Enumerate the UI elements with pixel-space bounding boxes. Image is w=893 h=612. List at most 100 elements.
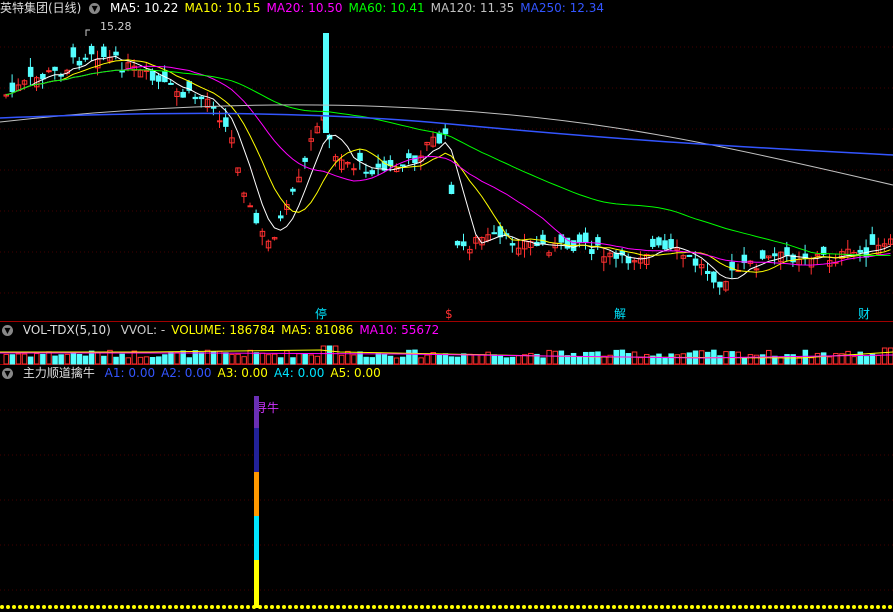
candle-body bbox=[168, 82, 174, 85]
ma10-line bbox=[5, 59, 891, 273]
indicator-dot bbox=[306, 605, 310, 609]
ma5-line bbox=[5, 55, 891, 280]
volume-bar bbox=[485, 351, 491, 365]
indicator-dot bbox=[768, 605, 772, 609]
volume-bar bbox=[64, 353, 70, 365]
indicator-dot bbox=[516, 605, 520, 609]
volume-bar bbox=[845, 350, 851, 365]
indicator-dot bbox=[570, 605, 574, 609]
volume-bar bbox=[820, 352, 827, 365]
candle-body bbox=[650, 238, 656, 247]
indicator-dot bbox=[180, 605, 184, 609]
indicator-dot bbox=[558, 605, 562, 609]
candle-body bbox=[491, 232, 497, 235]
indicator-dot bbox=[654, 605, 658, 609]
volume-bar bbox=[247, 349, 253, 365]
volume-bar bbox=[833, 352, 839, 365]
candle-body bbox=[686, 254, 693, 257]
volume-bar bbox=[552, 350, 558, 365]
indicator-dot bbox=[882, 605, 886, 609]
volume-bar bbox=[461, 353, 467, 365]
volume-bar bbox=[369, 357, 375, 365]
candle-body bbox=[217, 120, 223, 123]
candle-body bbox=[52, 66, 58, 71]
volume-bar bbox=[339, 354, 345, 365]
indicator-dot bbox=[30, 605, 34, 609]
indicator-dot bbox=[300, 605, 304, 609]
indicator-dot bbox=[588, 605, 592, 609]
volume-bar bbox=[454, 356, 461, 365]
candle-body bbox=[357, 152, 363, 162]
indicator-dot bbox=[222, 605, 226, 609]
indicator-dot bbox=[678, 605, 682, 609]
indicator-dot bbox=[792, 605, 796, 609]
volume-bar bbox=[174, 351, 180, 365]
indicator-dot bbox=[294, 605, 298, 609]
candle-body bbox=[9, 82, 16, 93]
indicator-dot bbox=[312, 605, 316, 609]
indicator-dot bbox=[642, 605, 646, 609]
candle-body bbox=[784, 247, 790, 256]
candle-body bbox=[692, 258, 699, 266]
indicator-dot bbox=[402, 605, 406, 609]
volume-bar bbox=[808, 357, 815, 365]
indicator-dot bbox=[90, 605, 94, 609]
candle-body bbox=[180, 91, 186, 98]
volume-bar bbox=[229, 353, 235, 365]
volume-bar bbox=[393, 357, 400, 365]
candle-body bbox=[278, 215, 284, 219]
indicator-dot bbox=[114, 605, 118, 609]
indicator-dot bbox=[282, 605, 286, 609]
ma20-line bbox=[5, 65, 891, 266]
indicator-dot bbox=[246, 605, 250, 609]
volume-bar bbox=[21, 353, 28, 365]
indicator-dot bbox=[684, 605, 688, 609]
indicator-dot bbox=[48, 605, 52, 609]
volume-bar bbox=[576, 356, 583, 365]
volume-bar bbox=[137, 356, 144, 365]
indicator-dot bbox=[762, 605, 766, 609]
indicator-dot bbox=[840, 605, 844, 609]
kline-chart[interactable]: 15.28 停 $ 解 财 寻牛 bbox=[0, 0, 893, 612]
volume-bar bbox=[412, 349, 418, 365]
indicator-dot bbox=[408, 605, 412, 609]
volume-bar bbox=[320, 345, 327, 365]
candle-body bbox=[583, 232, 589, 244]
indicator-dot bbox=[714, 605, 718, 609]
candle-body bbox=[369, 170, 375, 175]
indicator-dot bbox=[834, 605, 838, 609]
volume-bar bbox=[881, 347, 888, 365]
indicator-dot bbox=[702, 605, 706, 609]
volume-bar bbox=[58, 354, 64, 365]
volume-bar bbox=[400, 356, 406, 365]
signal-bar-segment bbox=[254, 472, 259, 516]
indicator-dot bbox=[384, 605, 388, 609]
indicator-dot bbox=[72, 605, 76, 609]
indicator-dot bbox=[168, 605, 172, 609]
indicator-dot bbox=[6, 605, 10, 609]
volume-bar bbox=[101, 355, 107, 365]
indicator-dot bbox=[12, 605, 16, 609]
volume-bar bbox=[467, 353, 473, 365]
volume-bar bbox=[149, 356, 156, 365]
volume-bar bbox=[27, 356, 34, 365]
volume-bar bbox=[204, 349, 211, 365]
volume-bar bbox=[528, 352, 534, 365]
volume-bar bbox=[668, 353, 674, 365]
volume-bar bbox=[223, 352, 229, 365]
candle-body bbox=[589, 249, 595, 254]
indicator-dot bbox=[366, 605, 370, 609]
volume-bar bbox=[186, 357, 192, 365]
indicator-dot bbox=[852, 605, 856, 609]
indicator-dot bbox=[738, 605, 742, 609]
candle-body bbox=[149, 70, 156, 81]
indicator-dot bbox=[126, 605, 130, 609]
volume-bar bbox=[113, 356, 119, 365]
volume-bar bbox=[290, 357, 296, 365]
volume-bar bbox=[491, 354, 497, 365]
indicator-dot bbox=[594, 605, 598, 609]
volume-bar bbox=[278, 357, 284, 365]
indicator-dot bbox=[456, 605, 460, 609]
candle-body bbox=[351, 168, 357, 171]
volume-bar bbox=[76, 353, 83, 365]
